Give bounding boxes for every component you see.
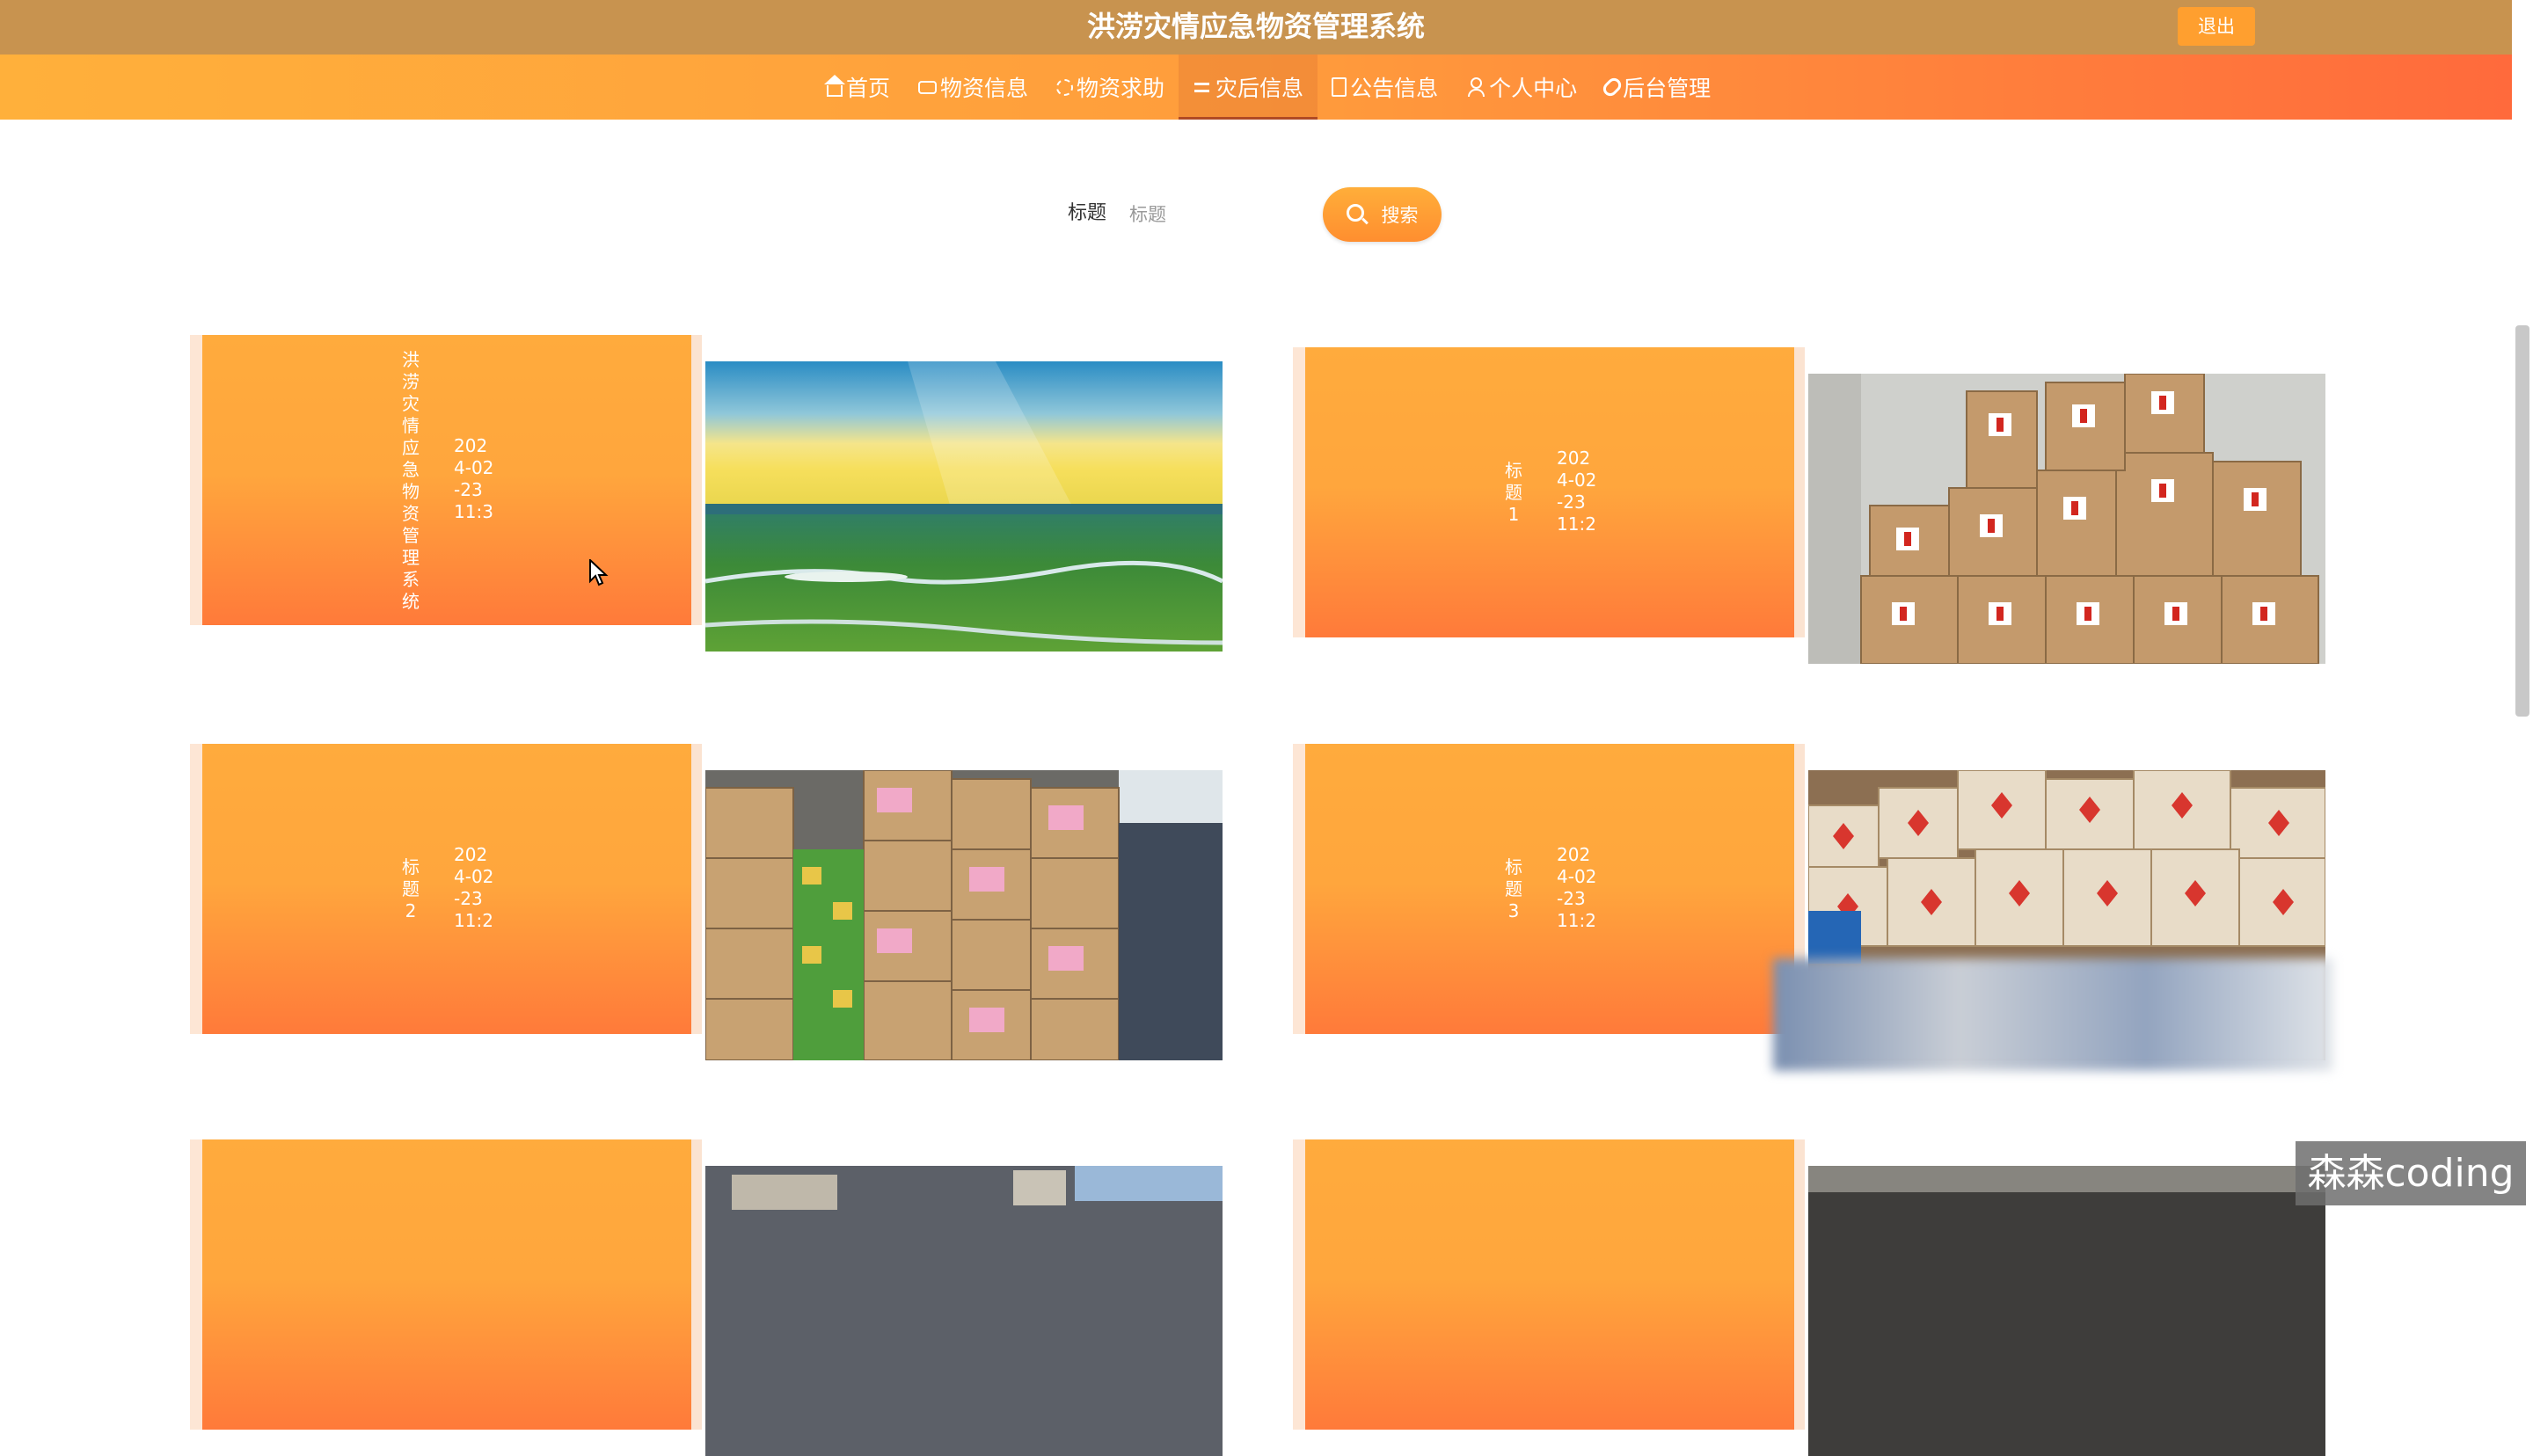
card-image xyxy=(1808,374,2325,664)
card-panel: 标题1 2024-02-23 11:2 xyxy=(1305,347,1794,637)
card-strip xyxy=(691,1139,702,1430)
nav-item-profile[interactable]: 个人中心 xyxy=(1452,55,1591,120)
home-icon xyxy=(824,74,845,97)
card-title: 洪涝灾情应急物资管理系统 xyxy=(402,349,420,612)
card-strip xyxy=(1794,1139,1805,1430)
site-title: 洪涝灾情应急物资管理系统 xyxy=(1086,10,1425,43)
card-title xyxy=(401,1252,420,1322)
card-panel xyxy=(202,1139,691,1430)
top-header-bar: 洪涝灾情应急物资管理系统 退出 xyxy=(0,0,2512,55)
scrollbar[interactable] xyxy=(2515,325,2529,717)
nav-item-label: 物资信息 xyxy=(940,76,1029,101)
nav-item-label: 个人中心 xyxy=(1489,76,1578,101)
news-card[interactable]: 标题2 2024-02-23 11:2 xyxy=(190,744,1316,1060)
card-title: 标题1 xyxy=(1505,460,1522,525)
supplies-photo xyxy=(1808,1166,2325,1456)
main-nav: 首页 物资信息 物资求助 灾后信息 公告信息 个人中心 后台管理 xyxy=(0,55,2512,120)
card-panel: 标题2 2024-02-23 11:2 xyxy=(202,744,691,1034)
print-icon xyxy=(918,80,938,94)
card-date: 2024-02-23 11:3 xyxy=(454,435,494,522)
search-icon xyxy=(1346,204,1364,222)
card-image xyxy=(705,1166,1223,1456)
nav-item-label: 公告信息 xyxy=(1350,76,1439,101)
card-title xyxy=(1504,1252,1523,1322)
blurred-region xyxy=(1773,958,2332,1071)
search-button[interactable]: 搜索 xyxy=(1323,187,1442,242)
search-label: 标题 xyxy=(1068,202,1107,224)
nav-item-help[interactable]: 物资求助 xyxy=(1042,55,1179,120)
link-icon xyxy=(1600,75,1624,99)
card-panel: 洪涝灾情应急物资管理系统 2024-02-23 11:3 xyxy=(202,335,691,625)
nav-item-home[interactable]: 首页 xyxy=(813,55,904,120)
card-strip xyxy=(691,335,702,625)
nav-item-announcements[interactable]: 公告信息 xyxy=(1318,55,1452,120)
card-strip xyxy=(1794,347,1805,637)
document-icon xyxy=(1332,77,1347,97)
relief-boxes-photo xyxy=(1808,374,2325,664)
watermark: 森森coding xyxy=(2296,1141,2526,1205)
nav-list: 首页 物资信息 物资求助 灾后信息 公告信息 个人中心 后台管理 xyxy=(813,55,1725,120)
card-title: 标题2 xyxy=(402,856,420,921)
nav-item-supplies[interactable]: 物资信息 xyxy=(904,55,1042,120)
card-image xyxy=(1808,1166,2325,1456)
grassland-river-photo xyxy=(705,361,1223,652)
card-strip xyxy=(691,744,702,1034)
recycle-icon xyxy=(1056,78,1074,96)
user-icon xyxy=(1466,77,1485,97)
card-title: 标题3 xyxy=(1505,856,1522,921)
search-input[interactable] xyxy=(1128,197,1307,232)
warehouse-boxes-photo xyxy=(705,770,1223,1060)
supplies-photo xyxy=(705,1166,1223,1456)
card-date: 2024-02-23 11:2 xyxy=(454,844,494,931)
card-date: 2024-02-23 11:2 xyxy=(1557,844,1597,931)
card-image xyxy=(705,770,1223,1060)
news-card[interactable]: 标题1 2024-02-23 11:2 xyxy=(1293,347,2419,664)
nav-item-admin[interactable]: 后台管理 xyxy=(1591,55,1725,120)
card-image xyxy=(705,361,1223,652)
nav-item-label: 灾后信息 xyxy=(1215,76,1304,101)
nav-item-label: 首页 xyxy=(846,76,891,101)
nav-item-post-disaster[interactable]: 灾后信息 xyxy=(1179,55,1318,120)
search-button-label: 搜索 xyxy=(1381,205,1419,226)
news-card[interactable]: 洪涝灾情应急物资管理系统 2024-02-23 11:3 xyxy=(190,335,1316,652)
mouse-cursor-icon xyxy=(589,557,609,591)
nav-item-label: 物资求助 xyxy=(1077,76,1165,101)
card-panel xyxy=(1305,1139,1794,1430)
sliders-icon xyxy=(1193,77,1212,97)
news-card[interactable] xyxy=(1293,1139,2419,1456)
nav-item-label: 后台管理 xyxy=(1623,76,1712,101)
card-panel: 标题3 2024-02-23 11:2 xyxy=(1305,744,1794,1034)
logout-button[interactable]: 退出 xyxy=(2178,7,2255,46)
news-card[interactable] xyxy=(190,1139,1316,1456)
card-date: 2024-02-23 11:2 xyxy=(1557,448,1597,535)
